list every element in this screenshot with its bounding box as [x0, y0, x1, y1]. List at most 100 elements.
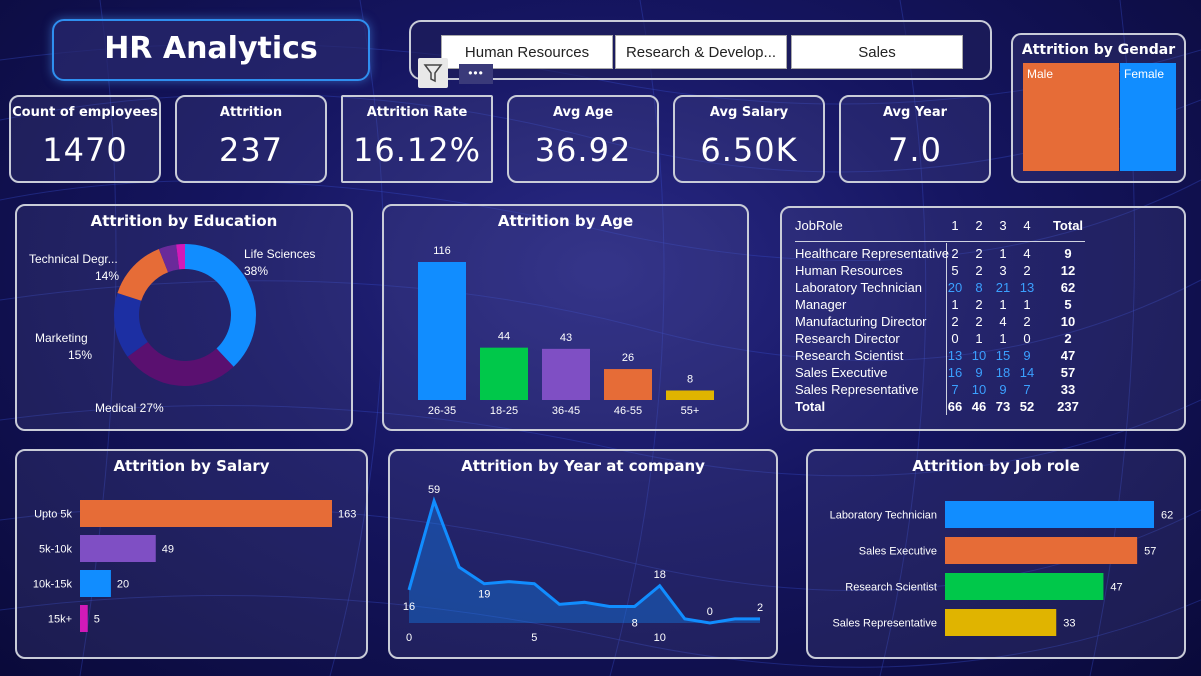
salary-bar[interactable]	[80, 535, 156, 562]
treemap-label-male: Male	[1027, 67, 1054, 81]
year-point-label: 2	[757, 602, 763, 614]
salary-bar[interactable]	[80, 500, 332, 527]
matrix-header-col: 2	[975, 218, 983, 233]
jobrole-bar[interactable]	[945, 609, 1057, 636]
matrix-cell: 2	[975, 297, 983, 312]
age-bar[interactable]	[604, 369, 652, 400]
donut-slice[interactable]	[185, 244, 256, 367]
salary-bar-chart: Upto 5k 163 5k-10k 49 10k-15k 20 15k+ 5	[33, 500, 356, 632]
matrix-row[interactable]: Manager 1 2 1 1 5	[795, 297, 1095, 314]
jobrole-bar-value: 57	[1144, 546, 1156, 558]
year-point-label: 18	[654, 569, 666, 581]
matrix-row[interactable]: Healthcare Representative 2 2 1 4 9	[795, 246, 1095, 263]
matrix-row[interactable]: Human Resources 5 2 3 2 12	[795, 263, 1095, 280]
matrix-cell: 13	[1019, 280, 1035, 295]
age-bar-value: 116	[433, 245, 451, 257]
matrix-row-total: 5	[1064, 297, 1072, 312]
donut-slice[interactable]	[117, 248, 169, 301]
matrix-cell: 16	[947, 365, 963, 380]
matrix-row-total: 10	[1060, 314, 1076, 329]
matrix-row[interactable]: Manufacturing Director 2 2 4 2 10	[795, 314, 1095, 331]
age-bar[interactable]	[418, 262, 466, 400]
slicer-option-sales[interactable]: Sales	[791, 35, 963, 69]
matrix-row[interactable]: Sales Representative 7 10 9 7 33	[795, 382, 1095, 399]
chart-title: Attrition by Gendar	[1021, 42, 1176, 58]
matrix-row[interactable]: Sales Executive 16 9 18 14 57	[795, 365, 1095, 382]
education-donut-chart	[114, 244, 256, 386]
attrition-by-salary-card: Attrition by Salary Upto 5k 163 5k-10k 49 10…	[15, 449, 368, 659]
salary-tick-label: 10k-15k	[33, 579, 73, 591]
kpi-value: 6.50K	[700, 131, 798, 169]
kpi-card-count-of-employees: Count of employees 1470	[9, 95, 161, 183]
matrix-cell: 7	[1023, 382, 1031, 397]
matrix-row[interactable]: Research Scientist 13 10 15 9 47	[795, 348, 1095, 365]
dashboard-title-box: HR Analytics	[52, 19, 370, 81]
salary-bar[interactable]	[80, 570, 111, 597]
age-bar-value: 26	[622, 352, 634, 364]
age-bar-value: 8	[687, 373, 693, 385]
attrition-by-age-card: Attrition by Age 116 26-35 44 18-25 43 36-45 2…	[382, 204, 749, 431]
dashboard-title: HR Analytics	[104, 31, 318, 66]
matrix-row-total: 47	[1060, 348, 1076, 363]
age-bar[interactable]	[542, 348, 590, 400]
slicer-option-research-development[interactable]: Research & Develop...	[615, 35, 787, 69]
year-point-label: 19	[478, 589, 490, 601]
jobrole-bar[interactable]	[945, 537, 1138, 564]
more-options-icon[interactable]: •••	[459, 64, 493, 84]
kpi-value: 1470	[42, 131, 128, 169]
matrix-row-label: Manager	[795, 297, 847, 312]
age-tick-label: 26-35	[428, 405, 456, 417]
jobrole-tick-label: Laboratory Technician	[830, 510, 937, 522]
year-area-fill	[409, 501, 760, 623]
kpi-card-avg-age: Avg Age 36.92	[507, 95, 659, 183]
matrix-header-total: Total	[1052, 218, 1084, 233]
attrition-by-jobrole-card: Attrition by Job role Laboratory Technic…	[806, 449, 1186, 659]
matrix-cell: 1	[999, 246, 1007, 261]
matrix-cell: 8	[975, 280, 983, 295]
kpi-label: Avg Year	[882, 105, 948, 120]
matrix-row-total: 2	[1064, 331, 1072, 346]
salary-bar-value: 5	[94, 614, 100, 626]
salary-tick-label: 15k+	[48, 614, 72, 626]
salary-bar-value: 20	[117, 579, 129, 591]
donut-label-technical-degree: Technical Degr...	[29, 252, 118, 266]
matrix-total-row[interactable]: Total 66 46 73 52 237	[795, 399, 1095, 416]
matrix-row-label: Human Resources	[795, 263, 903, 278]
treemap-tile-female[interactable]: Female	[1120, 63, 1176, 171]
year-point-label: 8	[632, 617, 638, 629]
jobrole-bar[interactable]	[945, 573, 1104, 600]
age-bar[interactable]	[480, 347, 528, 400]
matrix-row-label: Healthcare Representative	[795, 246, 949, 261]
age-tick-label: 18-25	[490, 405, 518, 417]
jobrole-bar[interactable]	[945, 501, 1154, 528]
jobrole-tick-label: Sales Executive	[859, 546, 937, 558]
matrix-cell: 4	[999, 314, 1007, 329]
matrix-cell: 2	[951, 314, 959, 329]
matrix-row-label: Research Scientist	[795, 348, 904, 363]
donut-label-marketing: Marketing	[35, 331, 88, 345]
jobrole-bar-value: 33	[1063, 618, 1075, 630]
matrix-cell: 52	[1019, 399, 1035, 414]
age-bar[interactable]	[666, 390, 714, 400]
matrix-row[interactable]: Research Director 0 1 1 0 2	[795, 331, 1095, 348]
salary-bar[interactable]	[80, 605, 88, 632]
donut-pct-technical-degree: 14%	[95, 269, 120, 283]
matrix-header-col: 3	[999, 218, 1007, 233]
matrix-row-total: 9	[1064, 246, 1072, 261]
matrix-row-total: 237	[1057, 399, 1079, 414]
treemap-label-female: Female	[1124, 67, 1165, 81]
matrix-cell: 18	[995, 365, 1011, 380]
filter-icon[interactable]	[418, 58, 448, 88]
matrix-row[interactable]: Laboratory Technician 20 8 21 13 62	[795, 280, 1095, 297]
year-tick-label: 5	[531, 632, 537, 644]
age-tick-label: 36-45	[552, 405, 580, 417]
treemap-tile-male[interactable]: Male	[1023, 63, 1119, 171]
kpi-label: Avg Age	[552, 105, 614, 120]
year-point-label: 16	[403, 601, 415, 613]
matrix-row-label: Sales Executive	[795, 365, 888, 380]
matrix-row-label: Manufacturing Director	[795, 314, 927, 329]
age-bar-chart: 116 26-35 44 18-25 43 36-45 26 46-55 8 55+	[418, 245, 714, 417]
matrix-cell: 4	[1023, 246, 1031, 261]
matrix-cell: 2	[975, 263, 983, 278]
salary-bar-value: 163	[338, 509, 356, 521]
